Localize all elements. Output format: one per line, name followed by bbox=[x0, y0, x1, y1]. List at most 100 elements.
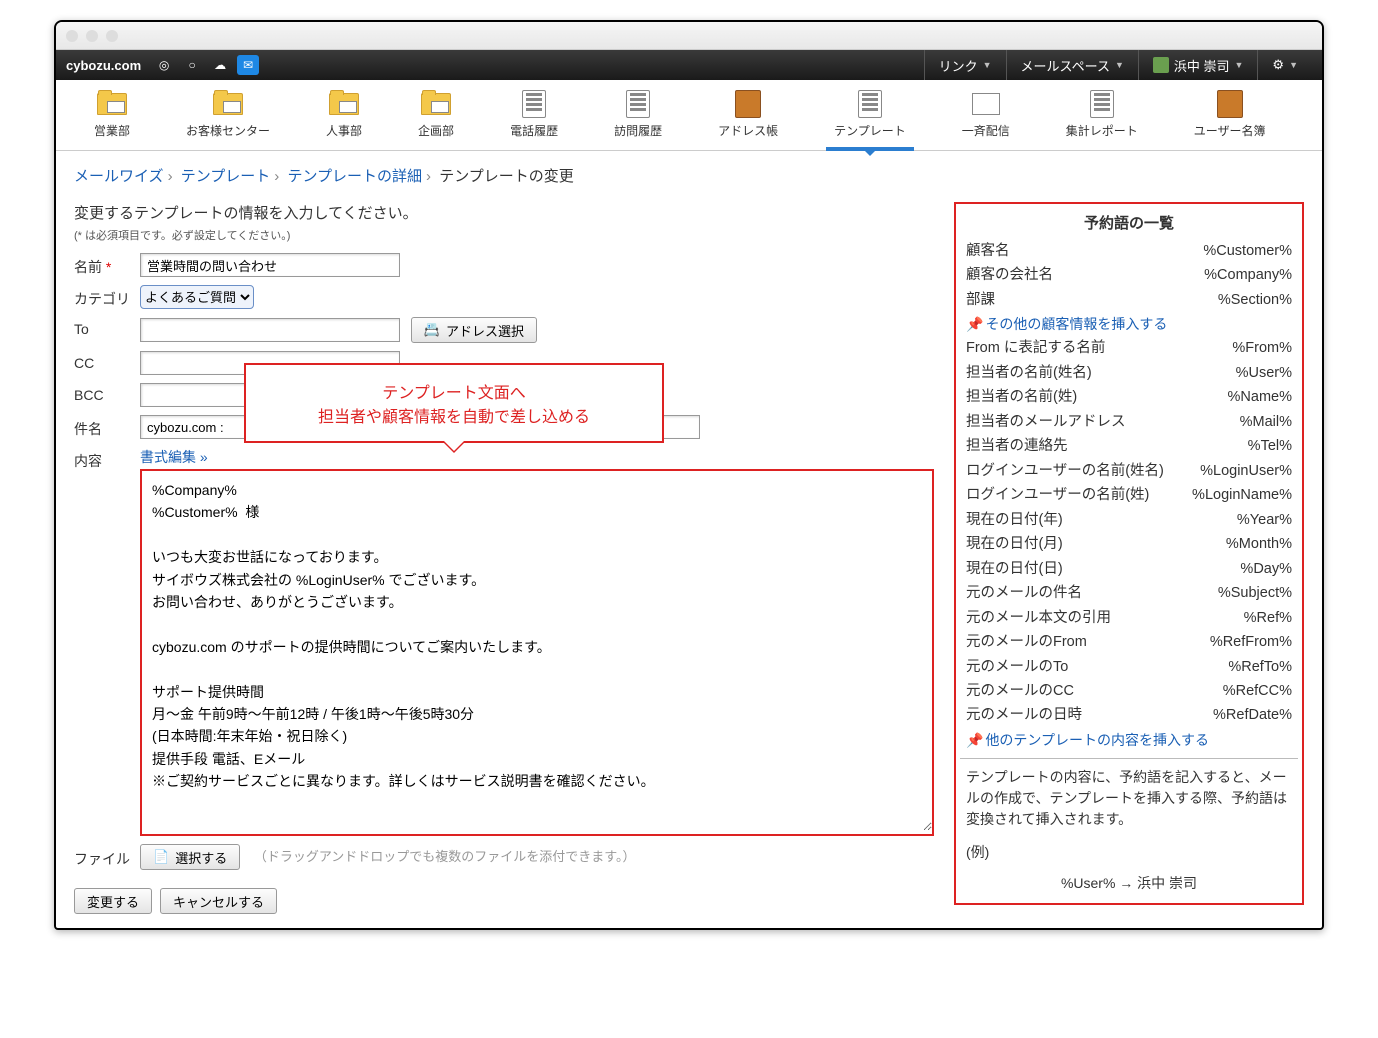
gear-icon: ⚙ bbox=[1272, 57, 1284, 73]
nav-label: ユーザー名簿 bbox=[1194, 122, 1266, 139]
keyword-row: 現在の日付(月)%Month% bbox=[964, 532, 1294, 556]
required-note: (* は必須項目です。必ず設定してください。) bbox=[74, 227, 934, 243]
mail-icon[interactable]: ✉ bbox=[237, 55, 259, 75]
keyword-row: 元のメールの件名%Subject% bbox=[964, 581, 1294, 605]
insert-template-link[interactable]: 📌他のテンプレートの内容を挿入する bbox=[964, 728, 1294, 752]
bcc-label: BCC bbox=[74, 383, 140, 403]
folder-icon bbox=[329, 93, 359, 115]
nav-item-電話履歴[interactable]: 電話履歴 bbox=[502, 86, 566, 150]
file-icon: 📄 bbox=[153, 849, 169, 865]
address-select-button[interactable]: 📇アドレス選択 bbox=[411, 317, 537, 343]
traffic-min[interactable] bbox=[86, 30, 98, 42]
nav-item-企画部[interactable]: 企画部 bbox=[410, 86, 462, 150]
target-icon[interactable]: ○ bbox=[181, 55, 203, 75]
traffic-max[interactable] bbox=[106, 30, 118, 42]
nav-item-人事部[interactable]: 人事部 bbox=[318, 86, 370, 150]
keyword-row: 顧客名%Customer% bbox=[964, 239, 1294, 263]
keyword-row: 元のメールのFrom%RefFrom% bbox=[964, 630, 1294, 654]
subject-label: 件名 bbox=[74, 415, 140, 439]
chevron-down-icon: ▼ bbox=[1289, 60, 1298, 70]
keyword-row: 元のメール本文の引用%Ref% bbox=[964, 606, 1294, 630]
nav-label: 集計レポート bbox=[1066, 122, 1138, 139]
keywords-desc: テンプレートの内容に、予約語を記入すると、メールの作成で、テンプレートを挿入する… bbox=[964, 765, 1294, 832]
nav-item-一斉配信[interactable]: 一斉配信 bbox=[954, 86, 1018, 150]
name-input[interactable] bbox=[140, 253, 400, 277]
keywords-panel: 予約語の一覧 顧客名%Customer%顧客の会社名%Company%部課%Se… bbox=[954, 202, 1304, 905]
folder-icon bbox=[97, 93, 127, 115]
category-select[interactable]: よくあるご質問 bbox=[140, 285, 254, 309]
nav-label: 訪問履歴 bbox=[614, 122, 662, 139]
avatar-icon bbox=[1153, 57, 1169, 73]
crumb-detail[interactable]: テンプレートの詳細 bbox=[287, 168, 422, 185]
keywords-title: 予約語の一覧 bbox=[964, 208, 1294, 239]
pin-icon: 📌 bbox=[966, 732, 983, 748]
submit-button[interactable]: 変更する bbox=[74, 888, 152, 914]
nav-item-営業部[interactable]: 営業部 bbox=[86, 86, 138, 150]
keyword-row: 担当者の名前(姓)%Name% bbox=[964, 385, 1294, 409]
user-menu[interactable]: 浜中 崇司▼ bbox=[1138, 50, 1258, 80]
keyword-row: 元のメールのTo%RefTo% bbox=[964, 655, 1294, 679]
nav-label: アドレス帳 bbox=[718, 122, 778, 139]
cc-label: CC bbox=[74, 351, 140, 371]
folder-icon bbox=[421, 93, 451, 115]
envelope-icon bbox=[972, 93, 1000, 115]
cloud-icon[interactable]: ☁ bbox=[209, 55, 231, 75]
example-label: (例) bbox=[964, 840, 1294, 865]
intro-text: 変更するテンプレートの情報を入力してください。 bbox=[74, 202, 934, 223]
window-titlebar bbox=[56, 22, 1322, 50]
nav-label: テンプレート bbox=[834, 122, 906, 139]
document-icon bbox=[626, 90, 650, 118]
keyword-row: 担当者の連絡先%Tel% bbox=[964, 434, 1294, 458]
keyword-row: From に表記する名前%From% bbox=[964, 336, 1294, 360]
chevron-down-icon: ▼ bbox=[1235, 60, 1244, 70]
file-select-button[interactable]: 📄選択する bbox=[140, 844, 240, 870]
document-icon bbox=[1090, 90, 1114, 118]
settings-menu[interactable]: ⚙▼ bbox=[1257, 50, 1312, 80]
book-icon bbox=[735, 90, 761, 118]
to-input[interactable] bbox=[140, 318, 400, 342]
cancel-button[interactable]: キャンセルする bbox=[160, 888, 277, 914]
body-label: 内容 bbox=[74, 447, 140, 471]
globe-icon[interactable]: ◎ bbox=[153, 55, 175, 75]
top-bar: cybozu.com ◎ ○ ☁ ✉ リンク▼ メールスペース▼ 浜中 崇司▼ … bbox=[56, 50, 1322, 80]
nav-item-集計レポート[interactable]: 集計レポート bbox=[1058, 86, 1146, 150]
insert-customer-link[interactable]: 📌その他の顧客情報を挿入する bbox=[964, 312, 1294, 336]
body-textarea[interactable] bbox=[142, 471, 932, 831]
keyword-row: 元のメールのCC%RefCC% bbox=[964, 679, 1294, 703]
crumb-current: テンプレートの変更 bbox=[439, 168, 574, 185]
name-label: 名前 bbox=[74, 259, 102, 275]
to-label: To bbox=[74, 317, 140, 337]
crumb-mailwise[interactable]: メールワイズ bbox=[74, 168, 164, 185]
traffic-close[interactable] bbox=[66, 30, 78, 42]
nav-label: 人事部 bbox=[326, 122, 362, 139]
brand-logo[interactable]: cybozu.com bbox=[66, 58, 141, 73]
nav-item-テンプレート[interactable]: テンプレート bbox=[826, 86, 914, 151]
folder-icon bbox=[213, 93, 243, 115]
keyword-row: 顧客の会社名%Company% bbox=[964, 263, 1294, 287]
pin-icon: 📌 bbox=[966, 316, 983, 332]
nav-label: 一斉配信 bbox=[962, 122, 1010, 139]
links-menu[interactable]: リンク▼ bbox=[924, 50, 1006, 80]
book-icon bbox=[1217, 90, 1243, 118]
keyword-row: 現在の日付(日)%Day% bbox=[964, 557, 1294, 581]
keyword-row: 担当者のメールアドレス%Mail% bbox=[964, 410, 1294, 434]
nav-item-ユーザー名簿[interactable]: ユーザー名簿 bbox=[1186, 86, 1274, 150]
category-label: カテゴリ bbox=[74, 285, 140, 309]
crumb-template[interactable]: テンプレート bbox=[181, 168, 271, 185]
example-text: %User% → 浜中 崇司 bbox=[964, 873, 1294, 893]
breadcrumb: メールワイズ› テンプレート› テンプレートの詳細› テンプレートの変更 bbox=[74, 165, 1304, 186]
keyword-row: 現在の日付(年)%Year% bbox=[964, 508, 1294, 532]
nav-label: 営業部 bbox=[94, 122, 130, 139]
nav-label: 企画部 bbox=[418, 122, 454, 139]
document-icon bbox=[522, 90, 546, 118]
nav-item-アドレス帳[interactable]: アドレス帳 bbox=[710, 86, 786, 150]
format-edit-link[interactable]: 書式編集 » bbox=[140, 449, 208, 465]
nav-label: お客様センター bbox=[186, 122, 270, 139]
mailspace-menu[interactable]: メールスペース▼ bbox=[1006, 50, 1138, 80]
nav-item-お客様センター[interactable]: お客様センター bbox=[178, 86, 278, 150]
address-book-icon: 📇 bbox=[424, 322, 440, 338]
document-icon bbox=[858, 90, 882, 118]
chevron-down-icon: ▼ bbox=[983, 60, 992, 70]
keyword-row: 部課%Section% bbox=[964, 288, 1294, 312]
nav-item-訪問履歴[interactable]: 訪問履歴 bbox=[606, 86, 670, 150]
